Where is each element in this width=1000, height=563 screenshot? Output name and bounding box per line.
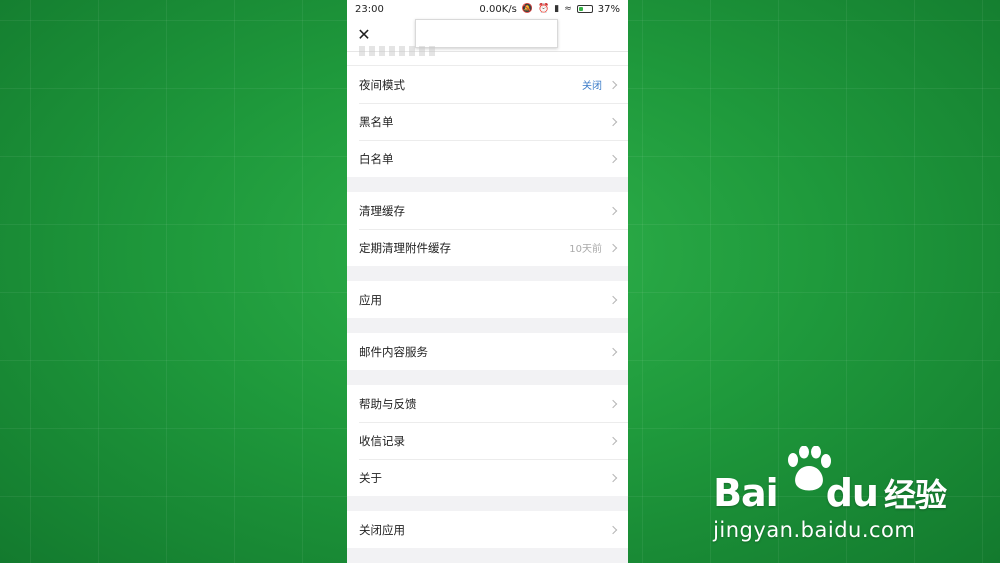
section-gap [347, 318, 628, 333]
chevron-right-icon [608, 80, 618, 89]
settings-row-label: 帮助与反馈 [359, 396, 417, 411]
cut-off-text [359, 46, 439, 56]
settings-row-label: 收信记录 [359, 433, 405, 448]
chevron-right-icon [608, 525, 618, 534]
settings-row-label: 应用 [359, 292, 382, 307]
popup-box [415, 19, 558, 48]
settings-row[interactable]: 定期清理附件缓存 10天前 [347, 229, 628, 266]
close-icon[interactable]: ✕ [353, 24, 375, 46]
section-gap [347, 370, 628, 385]
settings-row[interactable]: 夜间模式 关闭 [347, 66, 628, 103]
baidu-paw-icon [788, 446, 832, 491]
section-gap [347, 177, 628, 192]
battery-percent: 37% [597, 3, 620, 15]
section-gap [347, 496, 628, 511]
settings-row[interactable]: 白名单 [347, 140, 628, 177]
settings-row[interactable]: 清理缓存 [347, 192, 628, 229]
settings-row-label: 清理缓存 [359, 203, 405, 218]
chevron-right-icon [608, 347, 618, 356]
watermark-brand-cn: 经验 [883, 476, 947, 514]
wifi-icon: ≈ [564, 4, 572, 14]
battery-icon [576, 5, 593, 13]
status-bar: 23:00 0.00K/s 🔕 ⏰ ▮ ≈ 37% [347, 0, 628, 18]
section-gap [347, 548, 628, 563]
chevron-right-icon [608, 117, 618, 126]
watermark-brand-latin: Bai [713, 471, 779, 515]
chevron-right-icon [608, 295, 618, 304]
settings-row-label: 黑名单 [359, 114, 394, 129]
chevron-right-icon [608, 436, 618, 445]
section-gap [347, 266, 628, 281]
chevron-right-icon [608, 243, 618, 252]
signal-icon: ▮ [554, 4, 560, 14]
settings-row[interactable]: 邮件内容服务 [347, 333, 628, 370]
alarm-icon: ⏰ [538, 4, 550, 14]
chevron-right-icon [608, 473, 618, 482]
watermark-url: jingyan.baidu.com [713, 518, 916, 542]
settings-row-label: 定期清理附件缓存 [359, 240, 451, 255]
cut-off-row [347, 46, 628, 66]
chevron-right-icon [608, 206, 618, 215]
settings-row[interactable]: 帮助与反馈 [347, 385, 628, 422]
settings-row-value: 10天前 [569, 244, 602, 255]
mute-icon: 🔕 [521, 4, 534, 14]
settings-row[interactable]: 应用 [347, 281, 628, 318]
settings-row[interactable]: 收信记录 [347, 422, 628, 459]
chevron-right-icon [608, 399, 618, 408]
settings-row[interactable]: 关闭应用 [347, 511, 628, 548]
settings-row-value: 关闭 [582, 81, 602, 92]
settings-row[interactable]: 关于 [347, 459, 628, 496]
settings-row[interactable]: 黑名单 [347, 103, 628, 140]
battery-fill [578, 7, 583, 11]
chevron-right-icon [608, 154, 618, 163]
settings-row-label: 夜间模式 [359, 77, 405, 92]
status-time: 23:00 [355, 3, 384, 15]
watermark-brand-du: du [825, 471, 879, 515]
phone-screen: 23:00 0.00K/s 🔕 ⏰ ▮ ≈ 37% ✕ 夜间模式 关闭黑名单白名单… [347, 0, 628, 563]
settings-row-label: 关于 [359, 470, 382, 485]
settings-list: 夜间模式 关闭黑名单白名单清理缓存定期清理附件缓存 10天前应用邮件内容服务 帮助与反… [347, 66, 628, 563]
settings-row-label: 邮件内容服务 [359, 344, 428, 359]
baidu-jingyan-watermark: Bai du 经验 jingyan.baidu.com [713, 446, 947, 542]
settings-row-label: 关闭应用 [359, 522, 405, 537]
settings-row-label: 白名单 [359, 151, 394, 166]
network-speed: 0.00K/s [479, 3, 517, 15]
